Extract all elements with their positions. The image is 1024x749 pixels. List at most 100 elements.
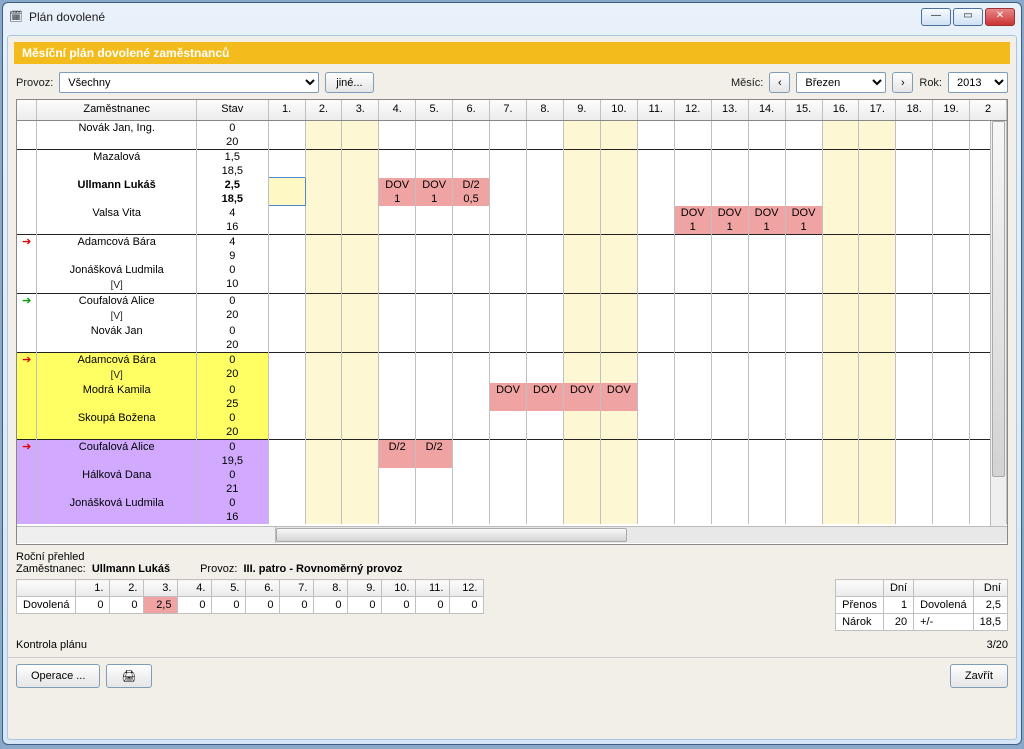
day-cell[interactable]	[342, 324, 379, 353]
day-cell[interactable]	[748, 439, 785, 468]
day-cell[interactable]	[453, 293, 490, 324]
day-cell[interactable]	[896, 120, 933, 149]
day-cell[interactable]	[933, 411, 970, 440]
day-cell[interactable]	[711, 411, 748, 440]
day-cell[interactable]	[674, 293, 711, 324]
provoz-combo[interactable]: Všechny	[59, 72, 319, 93]
day-cell[interactable]	[600, 411, 637, 440]
day-cell[interactable]	[563, 411, 600, 440]
day-cell[interactable]	[933, 324, 970, 353]
day-cell[interactable]	[453, 383, 490, 411]
day-cell[interactable]	[674, 263, 711, 294]
day-cell[interactable]	[342, 263, 379, 294]
day-cell[interactable]: DOV1	[674, 206, 711, 235]
print-button[interactable]	[106, 664, 151, 688]
day-cell[interactable]: DOV1	[785, 206, 822, 235]
day-cell[interactable]: D/2	[416, 439, 453, 468]
day-cell[interactable]	[822, 120, 859, 149]
col-day[interactable]: 16.	[822, 100, 859, 120]
day-cell[interactable]	[600, 234, 637, 263]
day-cell[interactable]	[342, 234, 379, 263]
day-cell[interactable]	[305, 496, 342, 524]
day-cell[interactable]	[711, 234, 748, 263]
day-cell[interactable]	[785, 496, 822, 524]
day-cell[interactable]	[896, 293, 933, 324]
day-cell[interactable]	[637, 352, 674, 383]
day-cell[interactable]	[526, 263, 563, 294]
day-cell[interactable]	[342, 206, 379, 235]
day-cell[interactable]	[526, 439, 563, 468]
col-day[interactable]: 15.	[785, 100, 822, 120]
day-cell[interactable]	[896, 468, 933, 496]
day-cell[interactable]	[896, 383, 933, 411]
day-cell[interactable]	[711, 468, 748, 496]
day-cell[interactable]	[933, 352, 970, 383]
col-day[interactable]: 13.	[711, 100, 748, 120]
close-dialog-button[interactable]: Zavřít	[950, 664, 1008, 688]
employee-name[interactable]: Adamcová Bára	[37, 234, 196, 263]
day-cell[interactable]	[674, 411, 711, 440]
day-cell[interactable]	[674, 178, 711, 206]
day-cell[interactable]	[268, 263, 305, 294]
day-cell[interactable]	[342, 178, 379, 206]
day-cell[interactable]	[563, 496, 600, 524]
day-cell[interactable]	[526, 411, 563, 440]
day-cell[interactable]	[563, 206, 600, 235]
day-cell[interactable]	[453, 263, 490, 294]
day-cell[interactable]	[822, 178, 859, 206]
day-cell[interactable]	[711, 352, 748, 383]
day-cell[interactable]	[933, 178, 970, 206]
day-cell[interactable]	[933, 496, 970, 524]
day-cell[interactable]	[711, 149, 748, 178]
day-cell[interactable]	[526, 496, 563, 524]
day-cell[interactable]	[933, 439, 970, 468]
col-day[interactable]: 2	[970, 100, 1007, 120]
day-cell[interactable]	[637, 206, 674, 235]
col-day[interactable]: 3.	[342, 100, 379, 120]
day-cell[interactable]	[896, 263, 933, 294]
day-cell[interactable]	[748, 468, 785, 496]
employee-name[interactable]: Jonášková Ludmila	[37, 496, 196, 524]
day-cell[interactable]: DOV	[526, 383, 563, 411]
day-cell[interactable]	[490, 439, 527, 468]
day-cell[interactable]	[822, 496, 859, 524]
day-cell[interactable]	[600, 263, 637, 294]
day-cell[interactable]	[822, 324, 859, 353]
day-cell[interactable]	[600, 149, 637, 178]
col-day[interactable]: 10.	[600, 100, 637, 120]
day-cell[interactable]	[453, 206, 490, 235]
day-cell[interactable]	[674, 468, 711, 496]
day-cell[interactable]	[748, 352, 785, 383]
day-cell[interactable]	[600, 206, 637, 235]
day-cell[interactable]	[859, 234, 896, 263]
day-cell[interactable]: DOV1	[711, 206, 748, 235]
day-cell[interactable]	[822, 206, 859, 235]
day-cell[interactable]	[600, 439, 637, 468]
day-cell[interactable]	[563, 352, 600, 383]
employee-name[interactable]: Coufalová Alice[V]	[37, 293, 196, 324]
day-cell[interactable]	[674, 120, 711, 149]
day-cell[interactable]	[563, 149, 600, 178]
employee-name[interactable]: Ullmann Lukáš	[37, 178, 196, 206]
day-cell[interactable]	[342, 383, 379, 411]
day-cell[interactable]	[305, 293, 342, 324]
day-cell[interactable]	[305, 263, 342, 294]
day-cell[interactable]	[268, 352, 305, 383]
day-cell[interactable]	[859, 149, 896, 178]
day-cell[interactable]	[600, 468, 637, 496]
employee-name[interactable]: Adamcová Bára[V]	[37, 352, 196, 383]
day-cell[interactable]	[453, 234, 490, 263]
day-cell[interactable]: DOV	[563, 383, 600, 411]
employee-name[interactable]: Jonášková Ludmila[V]	[37, 263, 196, 294]
col-day[interactable]: 19.	[933, 100, 970, 120]
day-cell[interactable]	[748, 383, 785, 411]
day-cell[interactable]	[896, 324, 933, 353]
day-cell[interactable]	[563, 293, 600, 324]
day-cell[interactable]	[416, 468, 453, 496]
day-cell[interactable]	[822, 439, 859, 468]
day-cell[interactable]	[268, 411, 305, 440]
day-cell[interactable]	[268, 293, 305, 324]
day-cell[interactable]	[785, 324, 822, 353]
day-cell[interactable]	[600, 178, 637, 206]
day-cell[interactable]	[416, 206, 453, 235]
